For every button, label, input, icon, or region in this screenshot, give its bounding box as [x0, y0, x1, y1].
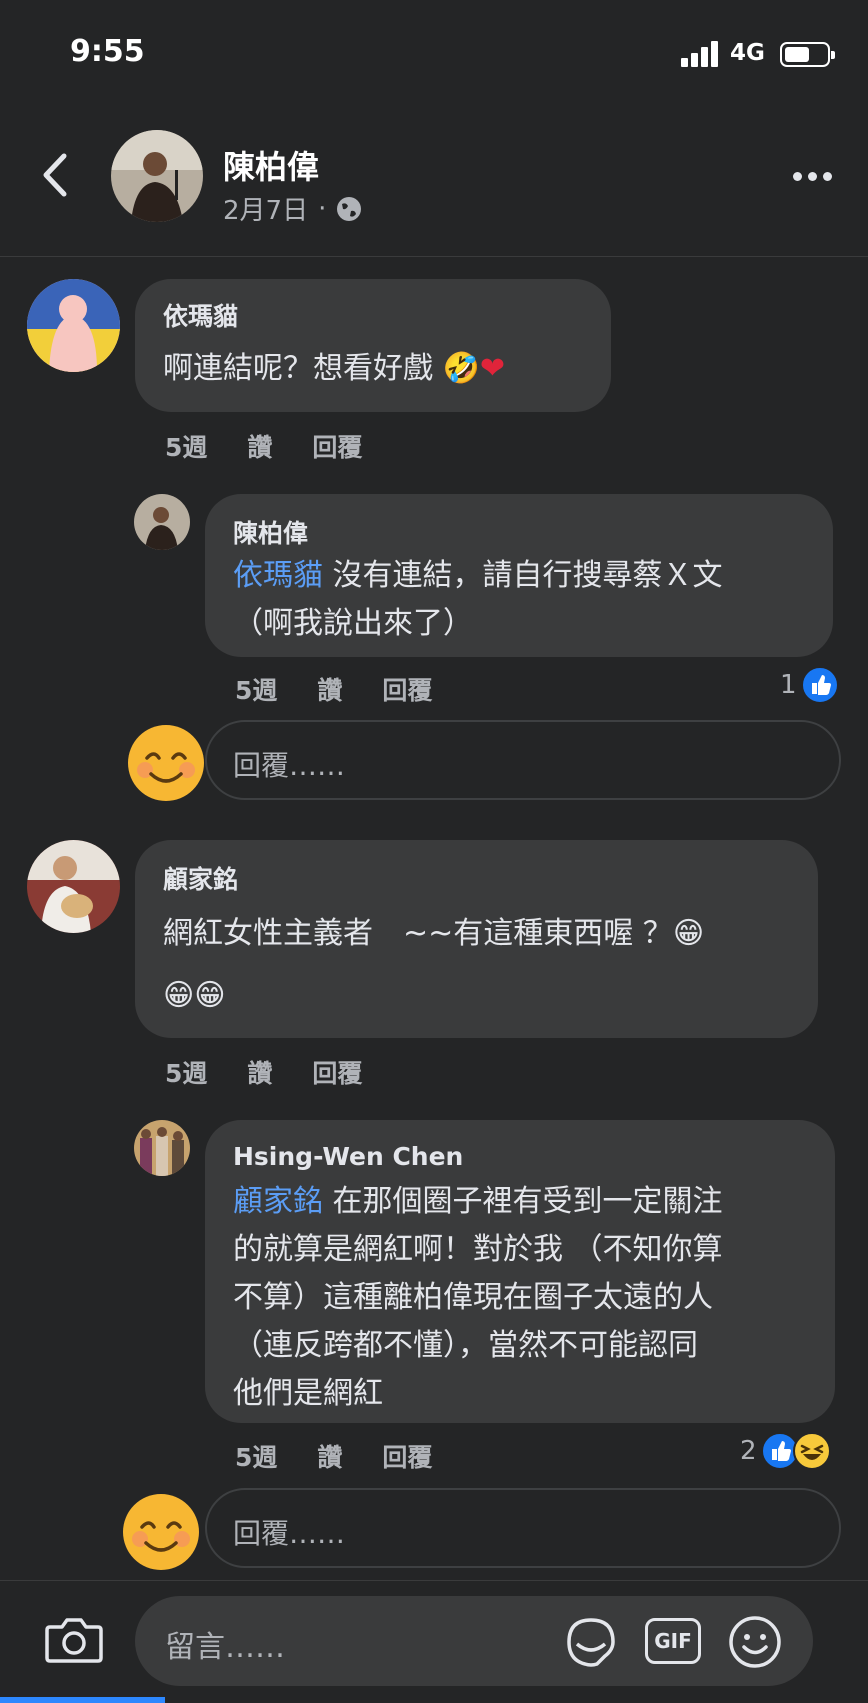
current-user-avatar: [122, 1493, 200, 1571]
author-name[interactable]: 陳柏偉: [223, 142, 319, 188]
mention-link[interactable]: 依瑪貓: [233, 558, 323, 593]
comment-body: 啊連結呢？想看好戲: [163, 351, 433, 386]
emoji-icon[interactable]: [727, 1614, 783, 1670]
commenter-avatar[interactable]: [27, 840, 120, 933]
comment-bubble[interactable]: 顧家銘 網紅女性主義者 ~~有這種東西喔 ？😁 😁😁: [135, 840, 818, 1038]
reply-button[interactable]: 回覆: [312, 428, 362, 464]
comment-actions: 5週 讚 回覆: [165, 428, 362, 464]
commenter-avatar[interactable]: [27, 279, 120, 372]
reply-button[interactable]: 回覆: [382, 671, 432, 707]
meta-separator: ·: [318, 193, 327, 224]
comment-text: 網紅女性主義者 ~~有這種東西喔 ？😁 😁😁: [163, 910, 704, 1020]
reply-line: 不算）這種離柏偉現在圈子太遠的人: [233, 1280, 713, 1315]
like-button[interactable]: 讚: [247, 1054, 272, 1090]
reply-line: （連反跨都不懂），當然不可能認同: [233, 1328, 698, 1363]
comment-composer: 留言…… GIF: [0, 1580, 868, 1703]
reply-line: 的就算是網紅啊！對於我 （不知你算: [233, 1232, 723, 1267]
comment-actions: 5週 讚 回覆: [165, 1054, 362, 1090]
post-date[interactable]: 2月7日: [223, 190, 308, 227]
reply-line: 在那個圈子裡有受到一定關注: [323, 1184, 723, 1219]
reply-avatar[interactable]: [134, 494, 190, 550]
reply-text: 顧家銘 在那個圈子裡有受到一定關注 的就算是網紅啊！對於我 （不知你算 不算）這…: [233, 1178, 723, 1418]
reaction-summary[interactable]: 1: [780, 666, 839, 704]
like-button[interactable]: 讚: [247, 428, 272, 464]
reply-placeholder: 回覆……: [233, 749, 346, 782]
comment-author[interactable]: 依瑪貓: [163, 297, 238, 333]
reply-button[interactable]: 回覆: [312, 1054, 362, 1090]
globe-icon: [337, 196, 362, 221]
reply-input[interactable]: 回覆……: [205, 720, 841, 800]
reply-actions: 5週 讚 回覆: [235, 671, 432, 707]
post-meta: 2月7日 ·: [223, 190, 362, 227]
reply-line: （啊我說出來了）: [233, 606, 473, 641]
comment-text: 啊連結呢？想看好戲 🤣❤: [163, 345, 505, 393]
like-reaction-icon: [800, 666, 839, 704]
comment-age: 5週: [165, 1059, 208, 1088]
clock: 9:55: [70, 34, 145, 69]
reply-input[interactable]: 回覆……: [205, 1488, 841, 1568]
reply-line: 他們是網紅: [233, 1376, 383, 1411]
comment-bubble[interactable]: 依瑪貓 啊連結呢？想看好戲 🤣❤: [135, 279, 611, 412]
reply-age: 5週: [235, 676, 278, 705]
author-avatar[interactable]: [111, 130, 203, 222]
status-bar: 9:55 4G: [0, 0, 868, 110]
reply-author[interactable]: 陳柏偉: [233, 514, 308, 550]
like-button[interactable]: 讚: [317, 671, 342, 707]
reply-bubble[interactable]: Hsing-Wen Chen 顧家銘 在那個圈子裡有受到一定關注 的就算是網紅啊…: [205, 1120, 835, 1423]
reaction-count: 1: [780, 670, 797, 700]
reaction-count: 2: [740, 1436, 757, 1466]
chevron-left-icon[interactable]: [40, 150, 70, 200]
reaction-summary[interactable]: 2: [740, 1432, 831, 1470]
rofl-emoji-icon: 🤣: [442, 351, 480, 386]
signal-icon: [681, 41, 721, 67]
gif-button[interactable]: GIF: [645, 1618, 701, 1664]
grin-emoji-icon: 😁: [672, 916, 705, 951]
mention-link[interactable]: 顧家銘: [233, 1184, 323, 1219]
reply-line: 沒有連結，請自行搜尋蔡Ｘ文: [323, 558, 723, 593]
heart-emoji-icon: ❤: [479, 351, 506, 386]
more-icon[interactable]: [793, 172, 833, 182]
post-header: 陳柏偉 2月7日 ·: [0, 110, 868, 257]
camera-icon[interactable]: [44, 1613, 104, 1665]
gif-label: GIF: [654, 1629, 692, 1653]
reply-age: 5週: [235, 1443, 278, 1472]
reply-placeholder: 回覆……: [233, 1517, 346, 1550]
reply-author[interactable]: Hsing-Wen Chen: [233, 1142, 463, 1171]
haha-reaction-icon: [792, 1432, 831, 1470]
comment-body: 網紅女性主義者 ~~有這種東西喔 ？: [163, 916, 673, 951]
progress-indicator: [0, 1697, 165, 1703]
sticker-icon[interactable]: [563, 1614, 619, 1670]
comment-placeholder: 留言……: [165, 1630, 285, 1665]
reply-text: 依瑪貓 沒有連結，請自行搜尋蔡Ｘ文 （啊我說出來了）: [233, 552, 723, 648]
reply-avatar[interactable]: [134, 1120, 190, 1176]
network-type: 4G: [730, 40, 765, 66]
comment-age: 5週: [165, 433, 208, 462]
reply-button[interactable]: 回覆: [382, 1438, 432, 1474]
current-user-avatar: [127, 724, 205, 802]
reply-actions: 5週 讚 回覆: [235, 1438, 432, 1474]
comment-author[interactable]: 顧家銘: [163, 860, 238, 896]
comment-input[interactable]: 留言…… GIF: [135, 1596, 813, 1686]
grin-emoji-icon: 😁😁: [163, 978, 226, 1013]
reply-bubble[interactable]: 陳柏偉 依瑪貓 沒有連結，請自行搜尋蔡Ｘ文 （啊我說出來了）: [205, 494, 833, 657]
battery-icon: [780, 42, 835, 67]
like-button[interactable]: 讚: [317, 1438, 342, 1474]
